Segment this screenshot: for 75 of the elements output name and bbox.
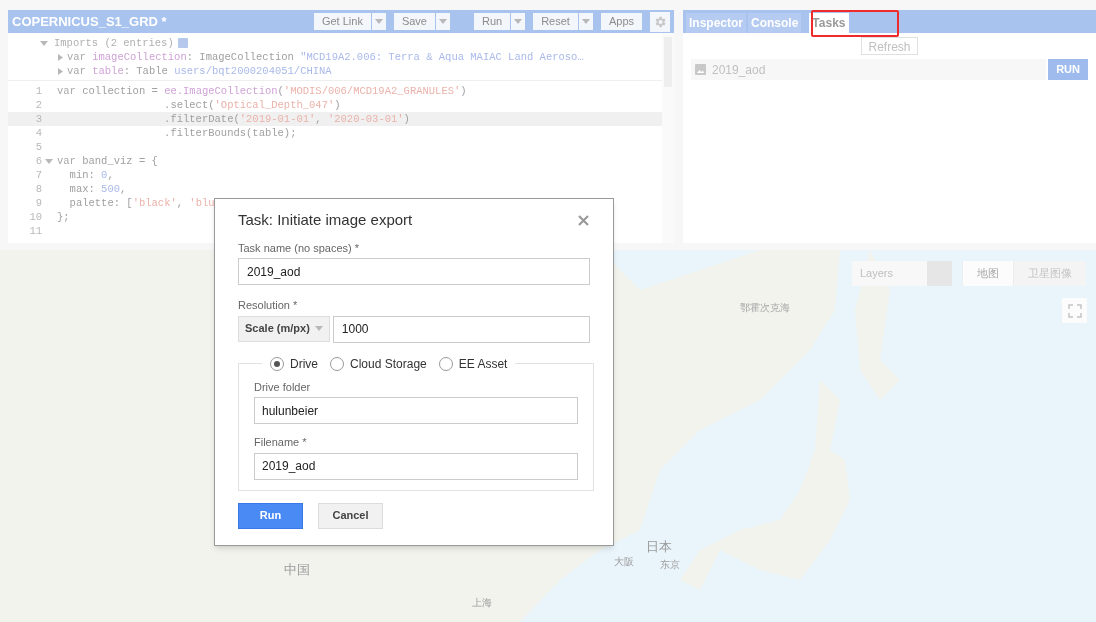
fullscreen-button[interactable] [1062,298,1087,323]
line-number: 11 [28,224,42,238]
line-number: 6 [34,154,42,168]
caret-icon [314,326,323,331]
map-label: 鄂霍次克海 [740,301,790,315]
code-text: max: 500, [68,182,127,196]
map-label: 东京 [660,558,680,572]
line-number: 1 [34,84,42,98]
dropdown-toggle[interactable] [371,13,386,30]
close-button[interactable] [576,213,590,228]
line-number: 9 [34,196,42,210]
settings-icon [653,14,667,29]
code-text: palette: ['black', 'blu [68,196,215,210]
line-number: 10 [28,210,42,224]
code-text: min: 0, [68,168,114,182]
code-text: .filterDate('2019-01-01', '2020-03-01') [163,112,410,126]
toolbar-button[interactable]: Get Link [313,13,371,30]
line-number: 2 [34,98,42,112]
map-type-button[interactable]: 地图 [962,261,1013,286]
close-icon [577,214,589,226]
toolbar-button[interactable]: Apps [600,13,642,30]
code-text: .filterBounds(table); [163,126,297,140]
toolbar-button[interactable]: Save [393,13,435,30]
dropdown-toggle[interactable] [436,13,450,30]
line-number: 3 [34,112,42,126]
map-label: 日本 [646,538,672,556]
code-text: .select('Optical_Depth_047') [163,98,341,112]
imports-icon[interactable] [177,38,188,48]
field-label: Filename * [254,435,308,450]
dropdown-toggle[interactable] [578,13,593,30]
refresh-button[interactable]: Refresh [861,37,918,55]
line-number: 4 [34,126,42,140]
dropdown-toggle[interactable] [511,13,526,30]
field-label: Drive folder [254,379,312,395]
import-entry[interactable]: var table: Table users/bqt2000204051/CHINA [67,64,332,78]
field-label: Task name (no spaces) * [238,240,361,256]
map-label: 中国 [284,561,310,579]
caret-icon [514,19,523,24]
toolbar-button[interactable]: Run [474,13,511,30]
panel-tab[interactable]: Inspector [686,13,746,33]
script-title: COPERNICUS_S1_GRD * [12,12,168,31]
settings-button[interactable] [650,11,670,32]
imports-label[interactable]: Imports (2 entries) [54,36,174,50]
caret-icon [581,19,590,24]
task-name-field[interactable]: 2019_aod [238,258,590,285]
task-run-button[interactable]: RUN [1048,59,1088,80]
panel-tab[interactable]: Console [748,13,802,33]
toolbar-button[interactable]: Reset [533,13,578,30]
line-number: 7 [34,168,42,182]
radio-label[interactable]: Cloud Storage [350,354,427,373]
map-label: 大阪 [614,555,634,569]
code-text: }; [56,210,70,224]
filename-field[interactable]: 2019_aod [254,452,578,480]
line-number: 5 [34,140,42,154]
image-icon [695,64,706,75]
caret-icon [374,19,383,24]
caret-icon [40,40,48,46]
caret-icon [44,158,53,164]
code-text: var band_viz = { [56,154,158,168]
cancel-button[interactable]: Cancel [318,502,383,529]
layers-button[interactable]: Layers [852,261,927,286]
unit-select[interactable]: Scale (m/px) [238,315,330,342]
caret-icon [439,19,447,24]
code-text: var collection = ee.ImageCollection('MODIS/006/MCD19A2_GRANULES') [56,84,467,98]
panel-tab[interactable]: Tasks [809,13,849,33]
drive-folder-field[interactable]: hulunbeier [254,397,578,424]
radio-label[interactable]: EE Asset [458,354,508,373]
line-number: 8 [34,182,42,196]
field-label: Resolution * [238,298,299,313]
resolution-field[interactable]: 1000 [332,315,590,343]
dialog-title: Task: Initiate image export [238,210,413,230]
radio-label[interactable]: Drive [290,354,318,373]
run-button[interactable]: Run [238,502,303,529]
fullscreen-icon [1067,303,1082,318]
import-entry[interactable]: var imageCollection: ImageCollection "MCD19A2.006: Terra & Aqua MAIAC Land Aeroso… [67,50,584,64]
